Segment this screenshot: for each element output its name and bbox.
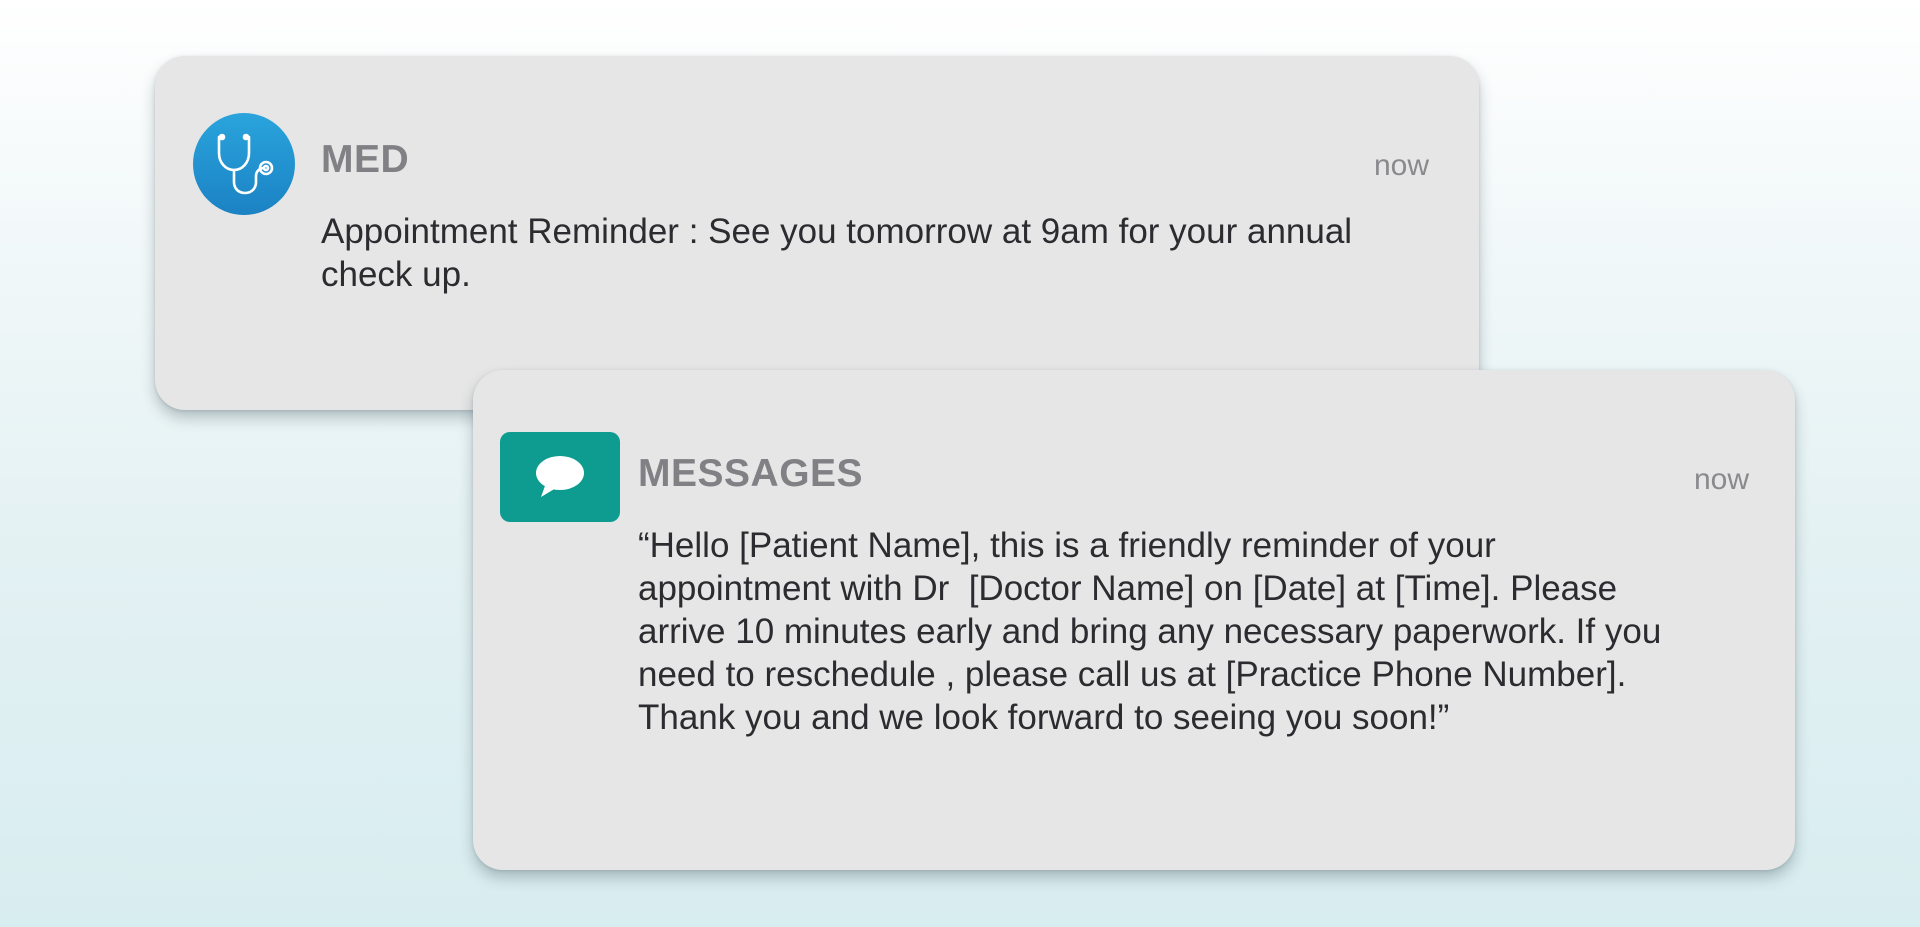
stethoscope-icon bbox=[193, 113, 295, 215]
notification-message: “Hello [Patient Name], this is a friendl… bbox=[638, 526, 1672, 737]
notification-message: Appointment Reminder : See you tomorrow … bbox=[321, 212, 1362, 294]
med-notification-card[interactable]: MED now Appointment Reminder : See you t… bbox=[155, 56, 1479, 410]
app-name-med: MED bbox=[321, 138, 410, 181]
notification-time: now bbox=[1693, 463, 1749, 496]
app-name-messages: MESSAGES bbox=[638, 452, 864, 495]
messages-notification-card[interactable]: MESSAGES now “Hello [Patient Name], this… bbox=[473, 370, 1795, 870]
chat-bubble-icon bbox=[500, 432, 620, 522]
notification-time: now bbox=[1373, 149, 1429, 182]
